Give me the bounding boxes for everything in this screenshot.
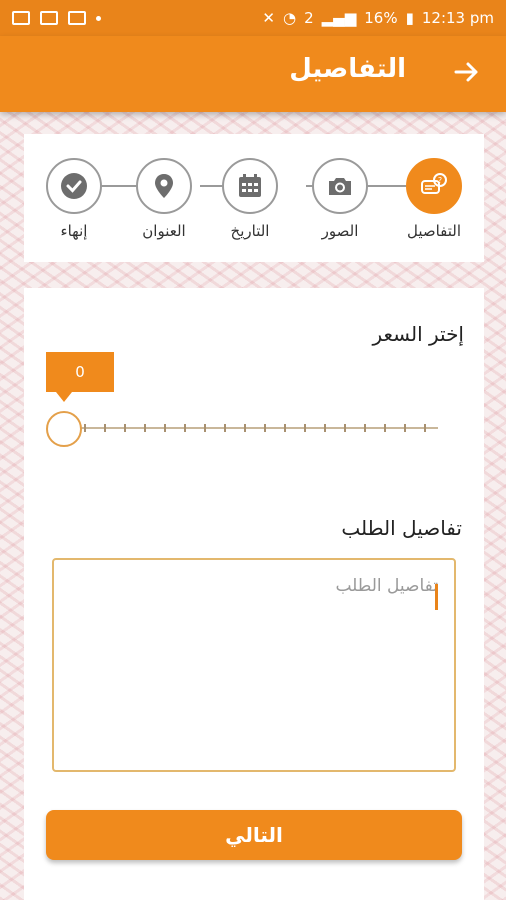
stepper: إنهاء العنوان التاريخ الصور ? التفاصيل xyxy=(24,134,484,262)
sim-badge: 2 xyxy=(304,9,314,27)
location-pin-icon xyxy=(155,174,173,198)
form-card: إختر السعر 0 تفاصيل الطلب xyxy=(24,288,484,900)
step-connector xyxy=(366,185,406,187)
battery-percent: 16% xyxy=(364,9,398,27)
mute-icon: ✕ xyxy=(262,9,275,27)
back-arrow-svg xyxy=(454,62,478,82)
status-bar: ✕ ◔ 2 ▂▄▆ 16% ▮ 12:13 pm xyxy=(0,0,506,36)
battery-icon: ▮ xyxy=(405,9,414,27)
step-photos[interactable] xyxy=(312,158,368,214)
wifi-icon: ◔ xyxy=(283,9,297,27)
details-label: تفاصيل الطلب xyxy=(341,516,462,540)
app-bar: التفاصيل xyxy=(0,36,506,112)
check-circle-icon xyxy=(61,173,87,199)
step-label-finish: إنهاء xyxy=(60,222,88,240)
price-slider-thumb[interactable] xyxy=(46,411,82,447)
details-textarea[interactable] xyxy=(52,558,456,772)
price-value-tooltip: 0 xyxy=(46,352,114,402)
status-notifications xyxy=(12,11,101,25)
image-notification-icon xyxy=(12,11,30,25)
step-date[interactable] xyxy=(222,158,278,214)
camera-icon xyxy=(329,178,351,195)
next-button[interactable]: التالي xyxy=(46,810,462,860)
calendar-icon xyxy=(239,174,261,197)
step-label-photos: الصور xyxy=(321,222,359,240)
text-caret xyxy=(435,584,438,610)
gallery-notification-icon xyxy=(40,11,58,25)
page-title: التفاصيل xyxy=(289,54,406,84)
more-notifications-icon xyxy=(96,15,101,21)
price-slider-ticks xyxy=(84,424,434,432)
step-label-date: التاريخ xyxy=(230,222,270,240)
status-system: ✕ ◔ 2 ▂▄▆ 16% ▮ 12:13 pm xyxy=(262,9,494,27)
signal-icon: ▂▄▆ xyxy=(321,9,357,27)
status-time: 12:13 pm xyxy=(421,9,494,27)
chat-question-icon: ? xyxy=(421,173,447,194)
step-label-details: التفاصيل xyxy=(406,222,462,240)
step-details[interactable]: ? xyxy=(406,158,462,214)
svg-text:?: ? xyxy=(438,176,442,185)
back-arrow-icon[interactable] xyxy=(452,58,480,86)
step-address[interactable] xyxy=(136,158,192,214)
message-notification-icon xyxy=(68,11,86,25)
price-label: إختر السعر xyxy=(372,322,464,346)
step-finish[interactable] xyxy=(46,158,102,214)
step-label-address: العنوان xyxy=(142,222,186,240)
